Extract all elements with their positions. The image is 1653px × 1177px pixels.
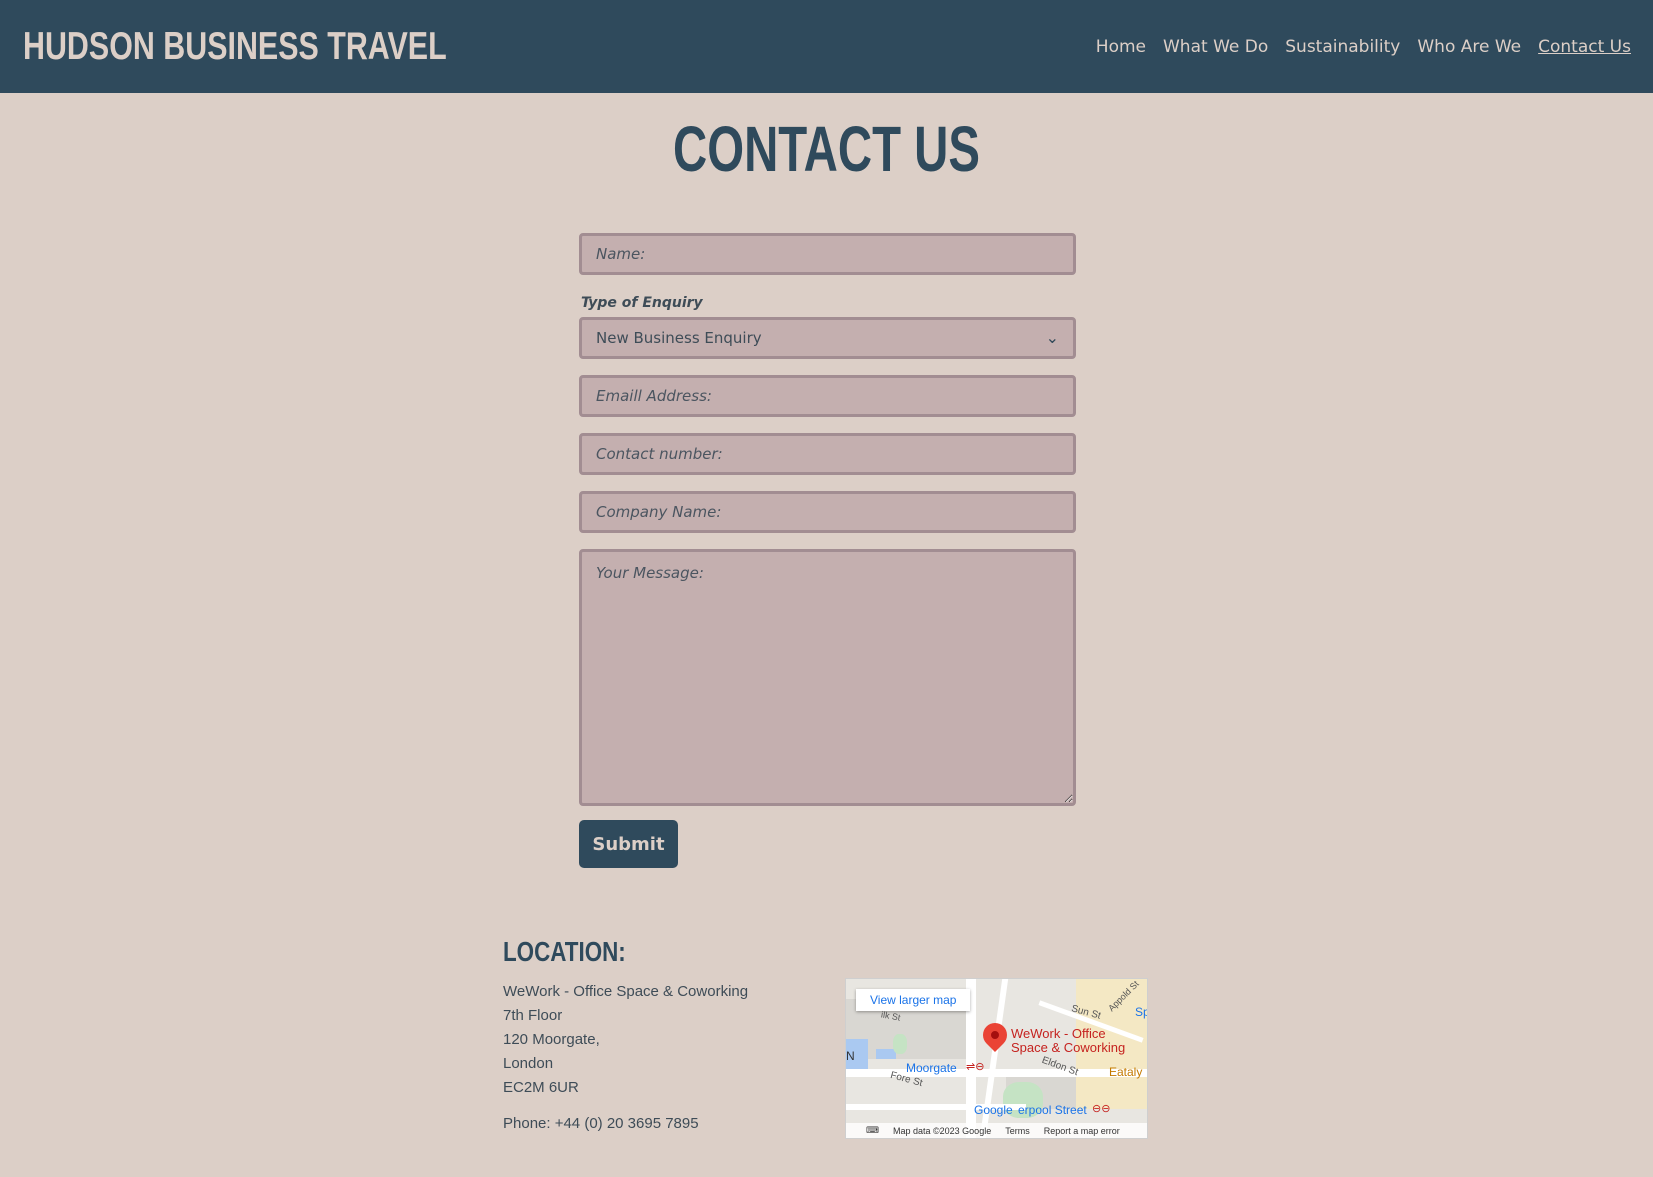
enquiry-type-value: New Business Enquiry <box>596 329 762 347</box>
map-terms-link[interactable]: Terms <box>1005 1126 1030 1136</box>
chevron-down-icon: ⌄ <box>1045 328 1059 347</box>
site-header: HUDSON BUSINESS TRAVEL Home What We Do S… <box>0 0 1653 93</box>
underground-icon: ⊖⊖ <box>1092 1103 1111 1115</box>
nav-contact-us[interactable]: Contact Us <box>1538 37 1631 57</box>
location-heading: LOCATION: <box>503 936 626 967</box>
embedded-map[interactable]: View larger map WeWork - Office Space & … <box>845 978 1148 1139</box>
message-field[interactable] <box>579 549 1076 806</box>
main-nav: Home What We Do Sustainability Who Are W… <box>1096 37 1631 57</box>
address-line: London <box>503 1055 554 1072</box>
nav-what-we-do[interactable]: What We Do <box>1163 37 1268 57</box>
page-title: CONTACT US <box>673 113 980 185</box>
enquiry-type-label: Type of Enquiry <box>581 295 703 311</box>
map-place-label-line-2: Space & Coworking <box>1011 1040 1126 1055</box>
keyboard-icon[interactable]: ⌨ <box>866 1125 879 1136</box>
location-section: LOCATION: WeWork - Office Space & Cowork… <box>503 936 833 1132</box>
nav-who-are-we[interactable]: Who Are We <box>1417 37 1521 57</box>
enquiry-type-select[interactable]: New Business Enquiry ⌄ <box>579 317 1076 359</box>
map-footer: ⌨ Map data ©2023 Google Terms Report a m… <box>846 1123 1147 1138</box>
address-line: 7th Floor <box>503 1007 563 1024</box>
address-line: EC2M 6UR <box>503 1079 579 1096</box>
rail-icon: ⇌⊖ <box>966 1061 985 1073</box>
map-place-label-line-1: WeWork - Office <box>1011 1026 1106 1041</box>
address-line: WeWork - Office Space & Coworking <box>503 983 749 1000</box>
map-poi-sp: Sp <box>1135 1005 1147 1019</box>
nav-sustainability[interactable]: Sustainability <box>1285 37 1400 57</box>
map-poi-eataly: Eataly <box>1109 1065 1143 1079</box>
submit-button[interactable]: Submit <box>579 820 678 868</box>
contact-form: Type of Enquiry New Business Enquiry ⌄ S… <box>579 233 1076 868</box>
map-pin-icon <box>978 1018 1012 1052</box>
contact-number-field[interactable] <box>579 433 1076 475</box>
email-field[interactable] <box>579 375 1076 417</box>
view-larger-map-link[interactable]: View larger map <box>856 989 971 1011</box>
map-station-moorgate: Moorgate <box>906 1061 957 1075</box>
company-name-field[interactable] <box>579 491 1076 533</box>
google-logo: Google <box>974 1103 1013 1117</box>
map-place-label: WeWork - Office Space & Coworking <box>1011 1027 1125 1055</box>
address-line: 120 Moorgate, <box>503 1031 600 1048</box>
map-station-liverpool: erpool Street <box>1018 1103 1087 1117</box>
phone-number: Phone: +44 (0) 20 3695 7895 <box>503 1115 699 1132</box>
brand-logo[interactable]: HUDSON BUSINESS TRAVEL <box>23 25 447 69</box>
map-report-link[interactable]: Report a map error <box>1044 1126 1120 1136</box>
map-data-credit: Map data ©2023 Google <box>893 1125 992 1136</box>
address-block: WeWork - Office Space & Coworking 7th Fl… <box>503 980 833 1100</box>
name-field[interactable] <box>579 233 1076 275</box>
map-edge-label: N <box>846 1049 855 1063</box>
nav-home[interactable]: Home <box>1096 37 1146 57</box>
